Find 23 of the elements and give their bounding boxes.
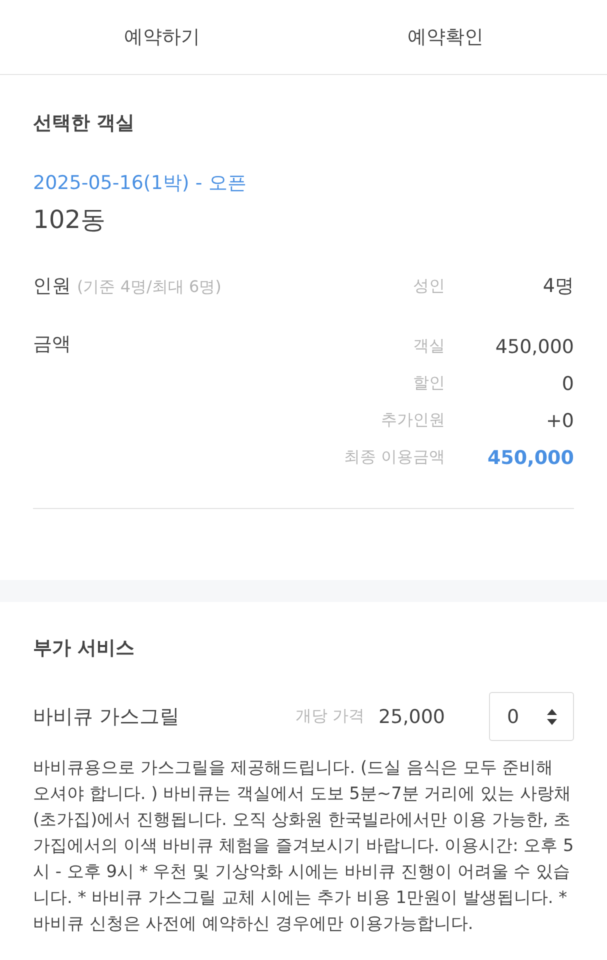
price-item-label: 객실 [413,336,445,357]
guests-note: (기준 4명/최대 6명) [77,276,222,298]
quantity-select[interactable]: 0 [489,692,574,741]
price-item-label: 할인 [413,373,445,394]
stay-date: 2025-05-16(1박) - 오픈 [33,171,248,196]
guests-label: 인원 [33,274,71,299]
amount-value: 0 [562,372,574,394]
guest-type-label: 성인 [413,276,445,296]
amount-value: 450,000 [495,336,574,358]
service-description: 바비큐용으로 가스그릴을 제공해드립니다. (드실 음식은 모두 준비해 오셔야 합니다. ) 바비큐는 객실에서 도보 5분~7분 거리에 있는 사랑채(초가집)에서 진행됩니다. 오직 상화원 한국빌라에서만 이용 가능한, 초가집에서의 이색 바비큐 체험을 즐겨보시기 바랍니다. 이용시간: 오후 5시 - 오후 9시 * 우천 및 기상악화 시에는 바비큐 진행이 어려울 수 있습니다. * 바비큐 가스그릴 교체 시에는 추가 비용 1만원이 발생됩니다. * 바비큐 신청은 사전에 예약하신 경우에만 이용가능합니다. [33,756,574,935]
total-amount: 450,000 [487,446,574,468]
section-title: 선택한 객실 [33,111,136,136]
amount-value: +0 [546,410,574,432]
price-label: 금액 [33,332,71,357]
guest-count: 4명 [542,274,574,299]
section-title: 부가 서비스 [33,636,136,661]
service-name: 바비큐 가스그릴 [33,703,180,730]
unit-price: 25,000 [378,706,445,728]
updown-caret-icon [547,708,557,724]
price-item-label: 최종 이용금액 [344,447,445,468]
price-item-label: 추가인원 [381,410,445,431]
room-name: 102동 [33,204,107,236]
unit-price-label: 개당 가격 [295,706,365,727]
